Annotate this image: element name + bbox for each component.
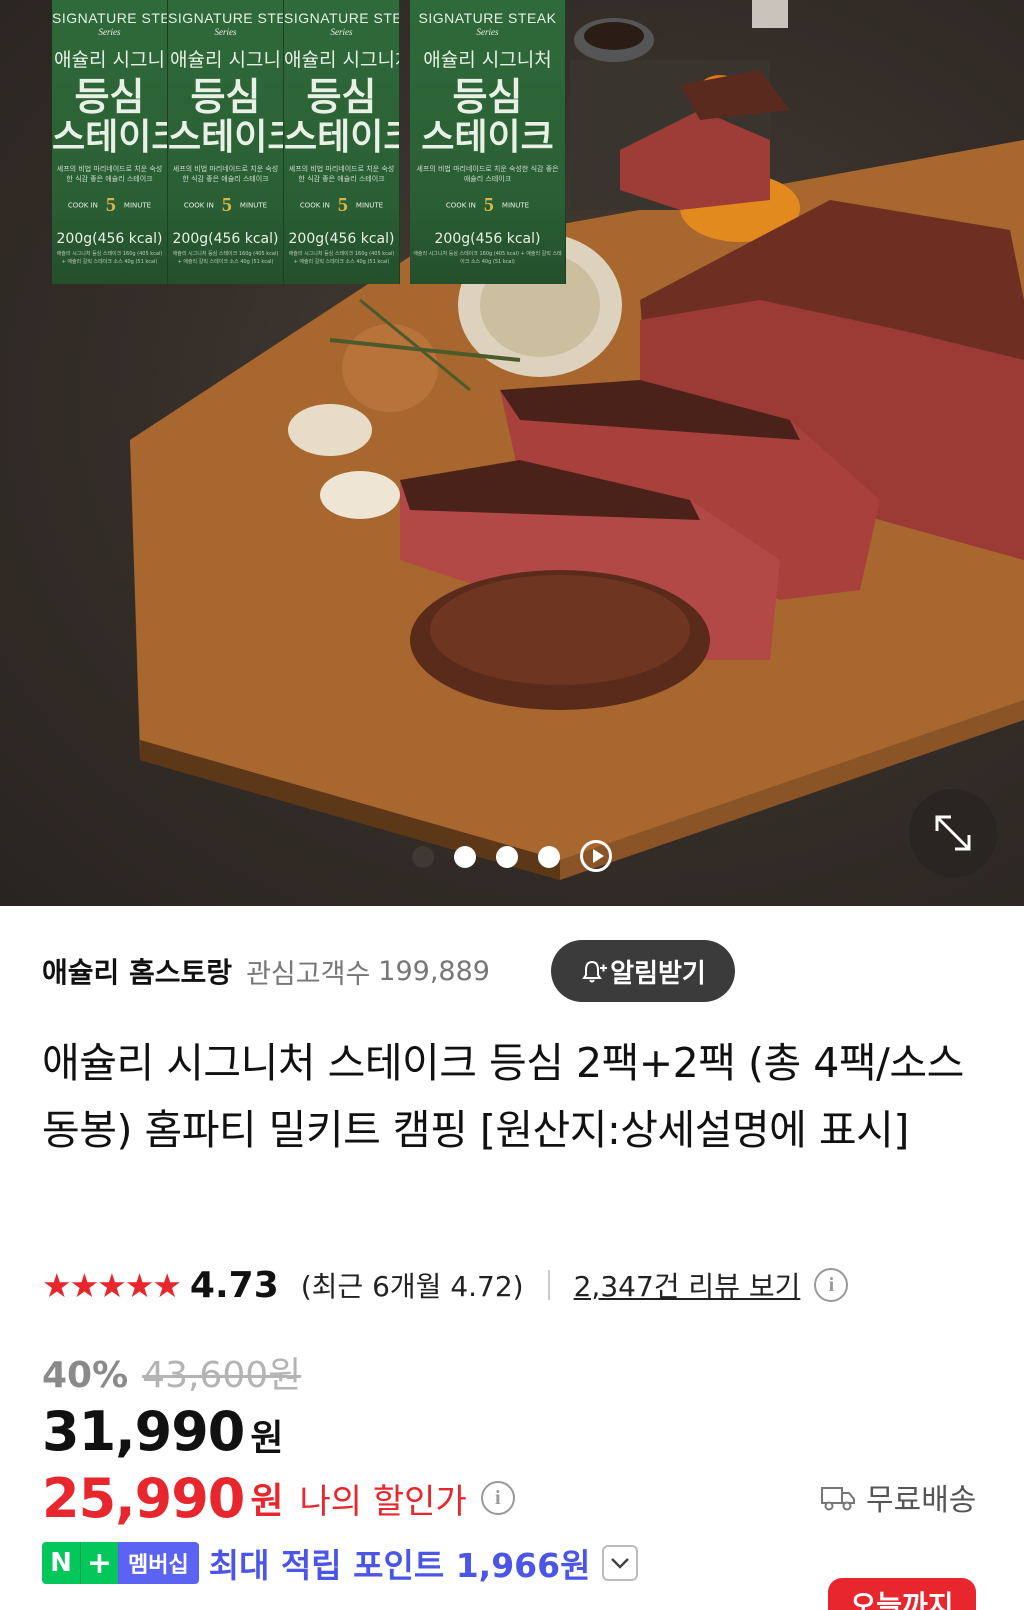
package-name-1: 등심 [306,75,377,119]
expand-icon [935,815,971,851]
package-series: Series [98,27,121,37]
package-cook-num: 5 [221,194,232,216]
package-desc: 셰프의 비법 마리네이드로 치운 숙성한 식감 좋은 애슐리 스테이크 [288,165,395,183]
store-row: 애슐리 홈스토랑 관심고객수 199,889 [42,940,490,1002]
star-rating-icon: ★★★★★ [42,1265,182,1305]
package-brand-kr: 애슐리 시그니처 [284,49,400,71]
package-cook-a: COOK IN [299,201,330,210]
package-cook-a: COOK IN [67,201,98,210]
store-name[interactable]: 애슐리 홈스토랑 [42,951,232,991]
today-only-badge: 오늘까지 [828,1578,976,1610]
package-series: Series [330,27,353,37]
sale-price-unit: 원 [250,1418,284,1459]
package-cook-num: 5 [337,194,348,216]
package-brand-kr: 애슐리 시그니 [54,49,165,71]
rating-row: ★★★★★ 4.73 (최근 6개월 4.72) 2,347건 리뷰 보기 i [42,1262,849,1308]
divider [547,1270,550,1300]
package-fine-print: 애슐리 시그니처 등심 스테이크 160g (405 kcal) + 애슐리 갈… [56,251,163,265]
package-fine-print: 애슐리 시그니처 등심 스테이크 160g (405 kcal) + 애슐리 갈… [288,251,395,265]
recent-rating: (최근 6개월 4.72) [300,1270,524,1303]
product-title: 애슐리 시그니처 스테이크 등심 2팩+2팩 (총 4팩/소스동봉) 홈파티 밀… [42,1039,964,1154]
package-name-2: 스테이크 [284,117,399,158]
package-cook-b: MINUTE [355,201,384,210]
shipping-info: 무료배송 [820,1474,976,1520]
package-kcal: 200g(456 kcal) [434,231,541,247]
package-brand-kr: 애슐리 시그니처 [423,49,552,71]
carousel-dot[interactable] [538,846,560,868]
fans-count: 199,889 [378,955,490,987]
package-name-1: 등심 [74,75,145,119]
package-cook-b: MINUTE [239,201,268,210]
package-cook-b: MINUTE [123,201,152,210]
package-cook: COOK IN 5 MINUTE [168,194,283,217]
package-cook-num: 5 [483,194,494,216]
reviews-link[interactable]: 2,347건 리뷰 보기 [574,1265,801,1305]
package-cook-num: 5 [105,194,116,216]
max-points-text: 최대 적립 포인트 1,966원 [208,1546,591,1585]
package-brand-en: SIGNATURE STEAK [284,10,399,26]
shipping-label: 무료배송 [866,1483,977,1518]
package-brand-en: SIGNATURE STE [52,10,168,26]
package-desc: 셰프의 비법 마리네이드로 치운 숙성한 식감 좋은 애슐리 스테이크 [416,165,559,183]
info-icon[interactable]: i [480,1481,515,1515]
package-name-2: 스테이크 [168,117,283,158]
carousel-dot[interactable] [496,846,518,868]
play-icon[interactable] [580,840,612,872]
sale-price: 31,990 [42,1400,245,1463]
package-box-1: SIGNATURE STE Series 애슐리 시그니 등심 스테이크 셰프의… [52,0,168,284]
package-name-1: 등심 [452,75,523,119]
truck-icon [821,1487,855,1511]
package-cook: COOK IN 5 MINUTE [410,194,565,217]
package-kcal: 200g(456 kcal) [172,231,279,247]
package-box-4: SIGNATURE STEAK Series 애슐리 시그니처 등심 스테이크 … [410,0,566,284]
my-price-unit: 원 [250,1481,284,1522]
my-price-label: 나의 할인가 [299,1481,467,1522]
chevron-down-icon [611,1558,630,1569]
naver-n-label: N [42,1542,80,1584]
package-kcal: 200g(456 kcal) [56,231,163,247]
points-expand-button[interactable] [602,1545,639,1581]
alarm-label: 알림받기 [610,958,706,989]
package-desc: 셰프의 비법 마리네이드로 치운 숙성한 식감 좋은 애슐리 스테이크 [172,165,279,183]
carousel-indicator [0,842,1024,872]
membership-label: 멤버십 [118,1542,199,1584]
package-box-3: SIGNATURE STEAK Series 애슐리 시그니처 등심 스테이크 … [284,0,400,284]
sale-price-row: 31,990 원 [42,1400,284,1463]
package-series: Series [214,27,237,37]
package-brand-kr: 애슐리 시그니 [170,49,281,71]
package-name-2: 스테이크 [421,117,554,158]
package-desc: 셰프의 비법 마리네이드로 치운 숙성한 식감 좋은 애슐리 스테이크 [56,165,163,183]
carousel-dot[interactable] [454,846,476,868]
package-fine-print: 애슐리 시그니처 등심 스테이크 160g (405 kcal) + 애슐리 갈… [172,251,279,265]
my-discount-price: 25,990 [42,1466,245,1530]
rating-score: 4.73 [189,1264,279,1306]
naver-membership-badge: N + 멤버십 [42,1542,199,1584]
package-kcal: 200g(456 kcal) [288,231,395,247]
package-cook-b: MINUTE [501,201,530,210]
package-series: Series [476,27,499,37]
package-brand-en: SIGNATURE STEAK [418,10,557,26]
alarm-subscribe-button[interactable]: 알림받기 [551,940,735,1002]
package-cook-a: COOK IN [445,201,476,210]
product-image-carousel[interactable]: SIGNATURE STE Series 애슐리 시그니 등심 스테이크 셰프의… [0,0,1024,906]
my-price-row: 25,990 원 나의 할인가 i [42,1466,515,1530]
package-box-2: SIGNATURE STEA Series 애슐리 시그니 등심 스테이크 셰프… [168,0,284,284]
package-cook: COOK IN 5 MINUTE [284,194,399,217]
plus-icon: + [80,1542,118,1584]
package-cook-a: COOK IN [183,201,214,210]
package-name-1: 등심 [190,75,261,119]
points-row[interactable]: N + 멤버십 최대 적립 포인트 1,966원 [42,1542,639,1585]
info-icon[interactable]: i [814,1268,849,1302]
original-price: 43,600원 [142,1355,302,1396]
discount-row: 40% 43,600원 [42,1346,301,1398]
fans-label: 관심고객수 [246,958,371,990]
package-brand-en: SIGNATURE STEA [168,10,284,26]
package-name-2: 스테이크 [52,117,167,158]
expand-button[interactable] [909,789,997,877]
package-fine-print: 애슐리 시그니처 등심 스테이크 160g (405 kcal) + 애슐리 갈… [413,251,562,265]
carousel-dot[interactable] [412,846,434,868]
bell-plus-icon [582,960,608,983]
discount-percent: 40% [42,1355,129,1396]
package-cook: COOK IN 5 MINUTE [52,194,167,217]
